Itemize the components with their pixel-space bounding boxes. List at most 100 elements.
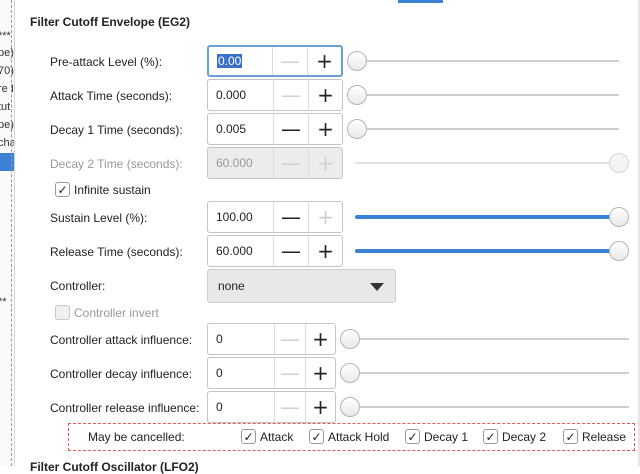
controller-attack-influence-slider[interactable] [340, 329, 629, 349]
controller-label: Controller: [50, 279, 106, 293]
increment-button[interactable]: + [307, 47, 341, 75]
section-title: Filter Cutoff Envelope (EG2) [30, 15, 191, 29]
check-icon[interactable]: ✓ [405, 429, 420, 444]
release-time-slider[interactable] [355, 241, 629, 261]
increment-button[interactable]: + [308, 236, 342, 266]
increment-button[interactable]: + [308, 202, 342, 232]
slider-thumb[interactable] [609, 241, 629, 261]
slider-track [340, 338, 629, 340]
slider-thumb[interactable] [347, 85, 367, 105]
release-time-value[interactable]: 60.000 [208, 236, 274, 266]
check-icon[interactable]: ✓ [309, 429, 324, 444]
decrement-button[interactable]: — [274, 80, 308, 110]
slider-thumb[interactable] [347, 119, 367, 139]
pre-attack-spinbox[interactable]: 0.00 — + [207, 45, 343, 77]
slider-thumb[interactable] [609, 207, 629, 227]
controller-decay-influence-slider[interactable] [340, 363, 629, 383]
slider-track [340, 372, 629, 374]
slider-fill [355, 215, 619, 219]
increment-button[interactable]: + [308, 80, 342, 110]
next-section-title: Filter Cutoff Oscillator (LFO2) [30, 460, 199, 474]
sustain-level-slider[interactable] [355, 207, 629, 227]
controller-decay-influence-label: Controller decay influence: [50, 367, 193, 381]
slider-track [340, 406, 629, 408]
check-icon[interactable]: ✓ [55, 182, 70, 197]
controller-attack-influence-spinbox[interactable]: 0 — + [207, 323, 336, 355]
controller-release-influence-label: Controller release influence: [50, 401, 200, 415]
sustain-level-spinbox[interactable]: 100.00 — + [207, 201, 343, 233]
cancel-decay1-label: Decay 1 [424, 429, 469, 444]
cancel-attack-checkbox[interactable]: ✓ Attack [241, 429, 293, 444]
controller-decay-influence-spinbox[interactable]: 0 — + [207, 357, 336, 389]
increment-button[interactable]: + [305, 324, 335, 354]
release-time-label: Release Time (seconds): [50, 245, 183, 259]
cancel-decay2-checkbox[interactable]: ✓ Decay 2 [483, 429, 546, 444]
pre-attack-slider[interactable] [347, 51, 619, 71]
infinite-sustain-label: Infinite sustain [74, 182, 151, 197]
decay1-time-slider[interactable] [347, 119, 619, 139]
cancel-attack-hold-checkbox[interactable]: ✓ Attack Hold [309, 429, 389, 444]
slider-thumb [609, 153, 629, 173]
increment-button: + [308, 148, 342, 178]
sustain-level-label: Sustain Level (%): [50, 211, 148, 225]
slider-track [347, 60, 619, 62]
release-time-spinbox[interactable]: 60.000 — + [207, 235, 343, 267]
decay1-time-value[interactable]: 0.005 [208, 114, 274, 144]
decay1-time-spinbox[interactable]: 0.005 — + [207, 113, 343, 145]
left-panel-fragment: *** pe) 70) re I tut pe) cha ** [0, 0, 15, 466]
check-icon[interactable]: ✓ [563, 429, 578, 444]
decrement-button[interactable]: — [275, 324, 305, 354]
decrement-button[interactable]: — [275, 392, 305, 422]
decrement-button[interactable]: — [274, 114, 308, 144]
left-selected-row[interactable] [0, 153, 14, 171]
decrement-button[interactable]: — [274, 236, 308, 266]
decrement-button[interactable]: — [273, 47, 307, 75]
cancellable-title: May be cancelled: [88, 430, 185, 444]
controller-selected-value: none [218, 279, 245, 293]
attack-time-value[interactable]: 0.000 [208, 80, 274, 110]
infinite-sustain-checkbox[interactable]: ✓ Infinite sustain [55, 182, 151, 197]
controller-attack-influence-label: Controller attack influence: [50, 333, 193, 347]
sustain-level-value[interactable]: 100.00 [208, 202, 274, 232]
slider-thumb[interactable] [340, 329, 360, 349]
slider-thumb[interactable] [347, 51, 367, 71]
slider-thumb[interactable] [340, 363, 360, 383]
pre-attack-value[interactable]: 0.00 [209, 47, 273, 75]
controller-release-influence-value[interactable]: 0 [208, 392, 275, 422]
left-text-fragment: ** [0, 296, 7, 308]
cancel-release-checkbox[interactable]: ✓ Release [563, 429, 626, 444]
slider-track [347, 94, 619, 96]
controller-attack-influence-value[interactable]: 0 [208, 324, 275, 354]
increment-button[interactable]: + [305, 392, 335, 422]
decrement-button: — [281, 151, 301, 175]
decrement-button[interactable]: — [275, 358, 305, 388]
attack-time-label: Attack Time (seconds): [50, 89, 173, 103]
decrement-button[interactable]: — [274, 202, 308, 232]
left-text-fragment: cha [0, 137, 15, 149]
increment-button[interactable]: + [308, 114, 342, 144]
slider-track [347, 128, 619, 130]
cancel-attack-hold-label: Attack Hold [328, 429, 390, 444]
controller-invert-checkbox: Controller invert [55, 305, 159, 320]
left-text-fragment: tut [0, 101, 11, 113]
cancel-decay1-checkbox[interactable]: ✓ Decay 1 [405, 429, 468, 444]
controller-invert-label: Controller invert [74, 305, 159, 320]
slider-thumb[interactable] [340, 397, 360, 417]
cancel-attack-label: Attack [260, 429, 294, 444]
slider-track [355, 162, 629, 164]
controller-release-influence-spinbox[interactable]: 0 — + [207, 391, 336, 423]
attack-time-spinbox[interactable]: 0.000 — + [207, 79, 343, 111]
check-icon[interactable]: ✓ [483, 429, 498, 444]
decay2-time-spinbox: 60.000 — + [207, 147, 343, 179]
attack-time-slider[interactable] [347, 85, 619, 105]
controller-decay-influence-value[interactable]: 0 [208, 358, 275, 388]
check-icon[interactable]: ✓ [241, 429, 256, 444]
left-text-fragment: *** [0, 30, 11, 42]
controller-release-influence-slider[interactable] [340, 397, 629, 417]
tab-indicator [398, 0, 443, 3]
controller-select[interactable]: none [207, 269, 396, 303]
pre-attack-label: Pre-attack Level (%): [50, 55, 163, 69]
increment-button[interactable]: + [305, 358, 335, 388]
cancel-release-label: Release [582, 429, 627, 444]
cancel-decay2-label: Decay 2 [502, 429, 547, 444]
